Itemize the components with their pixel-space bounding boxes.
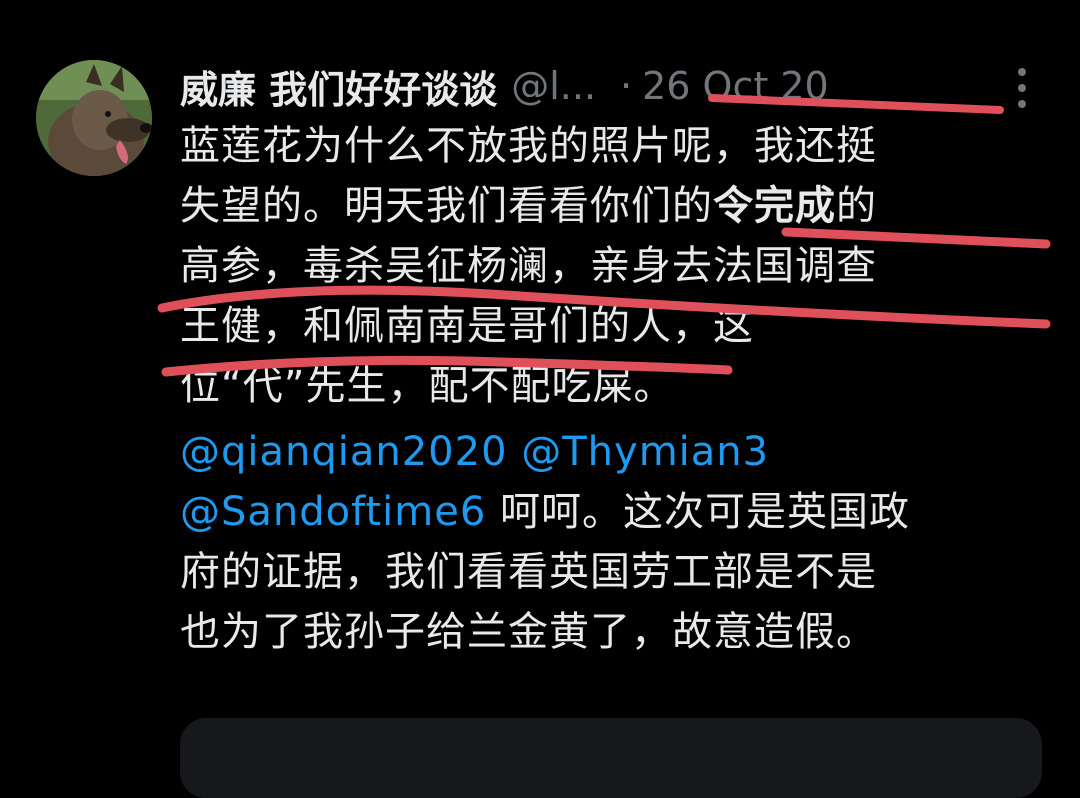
tweet-line: 蓝莲花为什么不放我的照片呢，我还挺 bbox=[180, 116, 1040, 176]
more-dot bbox=[1018, 100, 1026, 108]
tweet-line: 王健，和佩南南是哥们的人，这 bbox=[180, 296, 1040, 356]
tweet-line: @qianqian2020 @Thymian3 bbox=[180, 422, 1040, 482]
mention-link[interactable]: @Thymian3 bbox=[521, 429, 769, 475]
tweet-line: @Sandoftime6 呵呵。这次可是英国政 bbox=[180, 482, 1040, 542]
user-handle[interactable]: @l... bbox=[511, 64, 596, 108]
dog-avatar-icon bbox=[36, 60, 152, 176]
tweet-text: 也为了我孙子给兰金黄了，故意造假。 bbox=[180, 609, 877, 655]
mention-link[interactable]: @Sandoftime6 bbox=[180, 489, 486, 535]
tweet-text: 失望的。明天我们看看你们的 bbox=[180, 183, 713, 229]
more-dot bbox=[1018, 68, 1026, 76]
tweet-text: 府的证据，我们看看英国劳工部是不是 bbox=[180, 549, 877, 595]
tweet-body: 蓝莲花为什么不放我的照片呢，我还挺 失望的。明天我们看看你们的令完成的 高参，毒… bbox=[180, 116, 1040, 662]
tweet-line: 失望的。明天我们看看你们的令完成的 bbox=[180, 176, 1040, 236]
tweet-line: 府的证据，我们看看英国劳工部是不是 bbox=[180, 542, 1040, 602]
tweet-header: 威廉 我们好好谈谈 @l... · 26 Oct 20 bbox=[180, 58, 829, 114]
avatar[interactable] bbox=[36, 60, 152, 176]
tweet-text: 高参，毒杀吴征杨澜，亲身去法国调查 bbox=[180, 243, 877, 289]
more-dot bbox=[1018, 84, 1026, 92]
tweet-line: 位“代”先生，配不配吃屎。 bbox=[180, 356, 1040, 416]
tweet-line: 高参，毒杀吴征杨澜，亲身去法国调查 bbox=[180, 236, 1040, 296]
mention-link[interactable]: @qianqian2020 bbox=[180, 429, 508, 475]
separator-dot: · bbox=[620, 64, 633, 108]
tweet-text: 王健，和佩南南是哥们的人，这 bbox=[180, 303, 754, 349]
tweet-line: 也为了我孙子给兰金黄了，故意造假。 bbox=[180, 602, 1040, 662]
tweet-text: 呵呵。这次可是英国政 bbox=[486, 489, 911, 535]
tweet-date[interactable]: 26 Oct 20 bbox=[642, 64, 829, 108]
quote-card[interactable] bbox=[180, 718, 1042, 798]
more-vertical-icon[interactable] bbox=[1012, 68, 1032, 108]
tweet-text: 位“代”先生，配不配吃屎。 bbox=[180, 363, 675, 409]
display-name[interactable]: 威廉 我们好好谈谈 bbox=[180, 59, 497, 114]
tweet-bold-text: 令完成 bbox=[713, 183, 836, 229]
tweet-text: 蓝莲花为什么不放我的照片呢，我还挺 bbox=[180, 123, 877, 169]
tweet-text: 的 bbox=[836, 183, 877, 229]
